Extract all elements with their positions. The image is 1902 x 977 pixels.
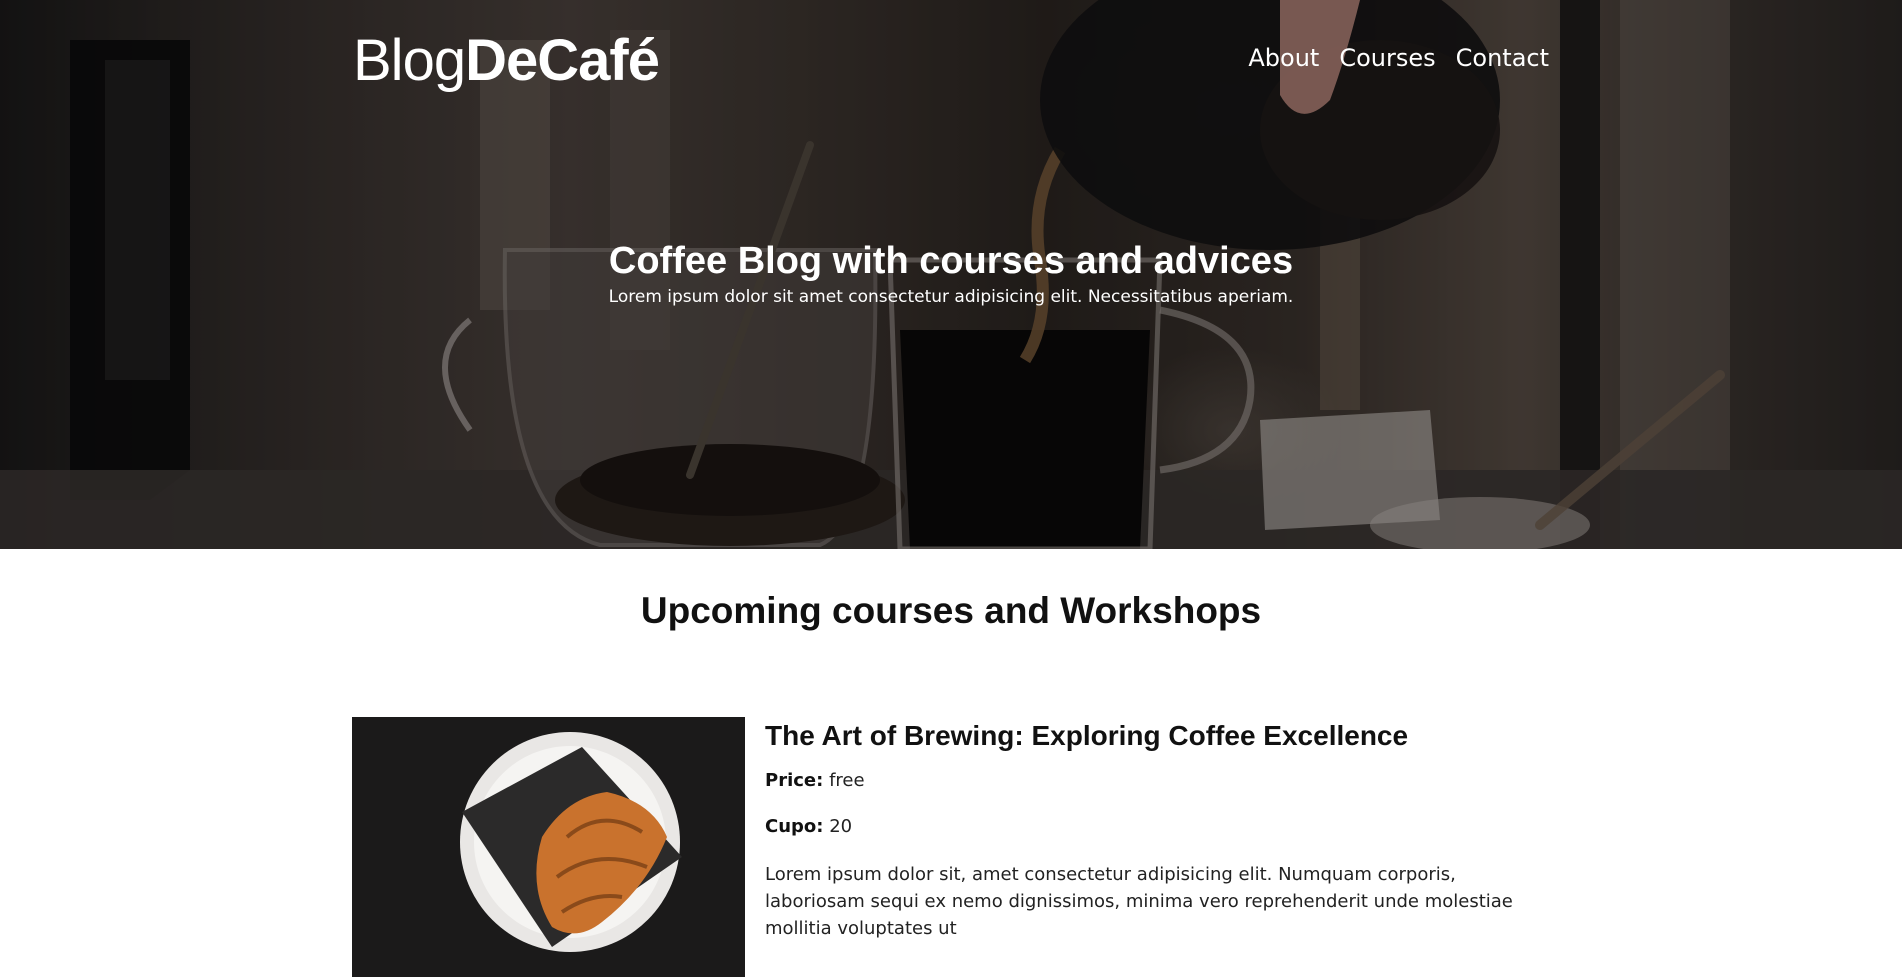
nav-link-contact[interactable]: Contact	[1456, 44, 1549, 72]
course-title[interactable]: The Art of Brewing: Exploring Coffee Exc…	[765, 719, 1555, 753]
cupo-value: 20	[829, 816, 853, 837]
hero-subtitle: Lorem ipsum dolor sit amet consectetur a…	[608, 287, 1294, 307]
main-nav: About Courses Contact	[1248, 44, 1549, 72]
nav-link-about[interactable]: About	[1248, 44, 1319, 72]
course-details: The Art of Brewing: Exploring Coffee Exc…	[765, 717, 1555, 939]
logo-text-light: Blog	[353, 28, 466, 93]
site-logo[interactable]: BlogDeCafé	[353, 28, 660, 94]
site-header: BlogDeCafé About Courses Contact	[353, 28, 1549, 98]
cupo-label: Cupo:	[765, 816, 824, 837]
price-label: Price:	[765, 770, 824, 791]
course-price: Price: free	[765, 769, 1555, 793]
section-title: Upcoming courses and Workshops	[640, 590, 1262, 631]
hero-text: Coffee Blog with courses and advices Lor…	[0, 238, 1902, 308]
hero-title: Coffee Blog with courses and advices	[608, 240, 1294, 282]
course-card: The Art of Brewing: Exploring Coffee Exc…	[352, 717, 1550, 977]
croissant-image-icon	[352, 717, 745, 977]
croissant-photo	[352, 717, 745, 977]
price-value: free	[829, 770, 865, 791]
hero-banner: BlogDeCafé About Courses Contact Coffee …	[0, 0, 1902, 549]
logo-text-bold: DeCafé	[465, 28, 660, 93]
course-cupo: Cupo: 20	[765, 815, 1555, 839]
nav-link-courses[interactable]: Courses	[1339, 44, 1435, 72]
course-description: Lorem ipsum dolor sit, amet consectetur …	[765, 864, 1513, 939]
